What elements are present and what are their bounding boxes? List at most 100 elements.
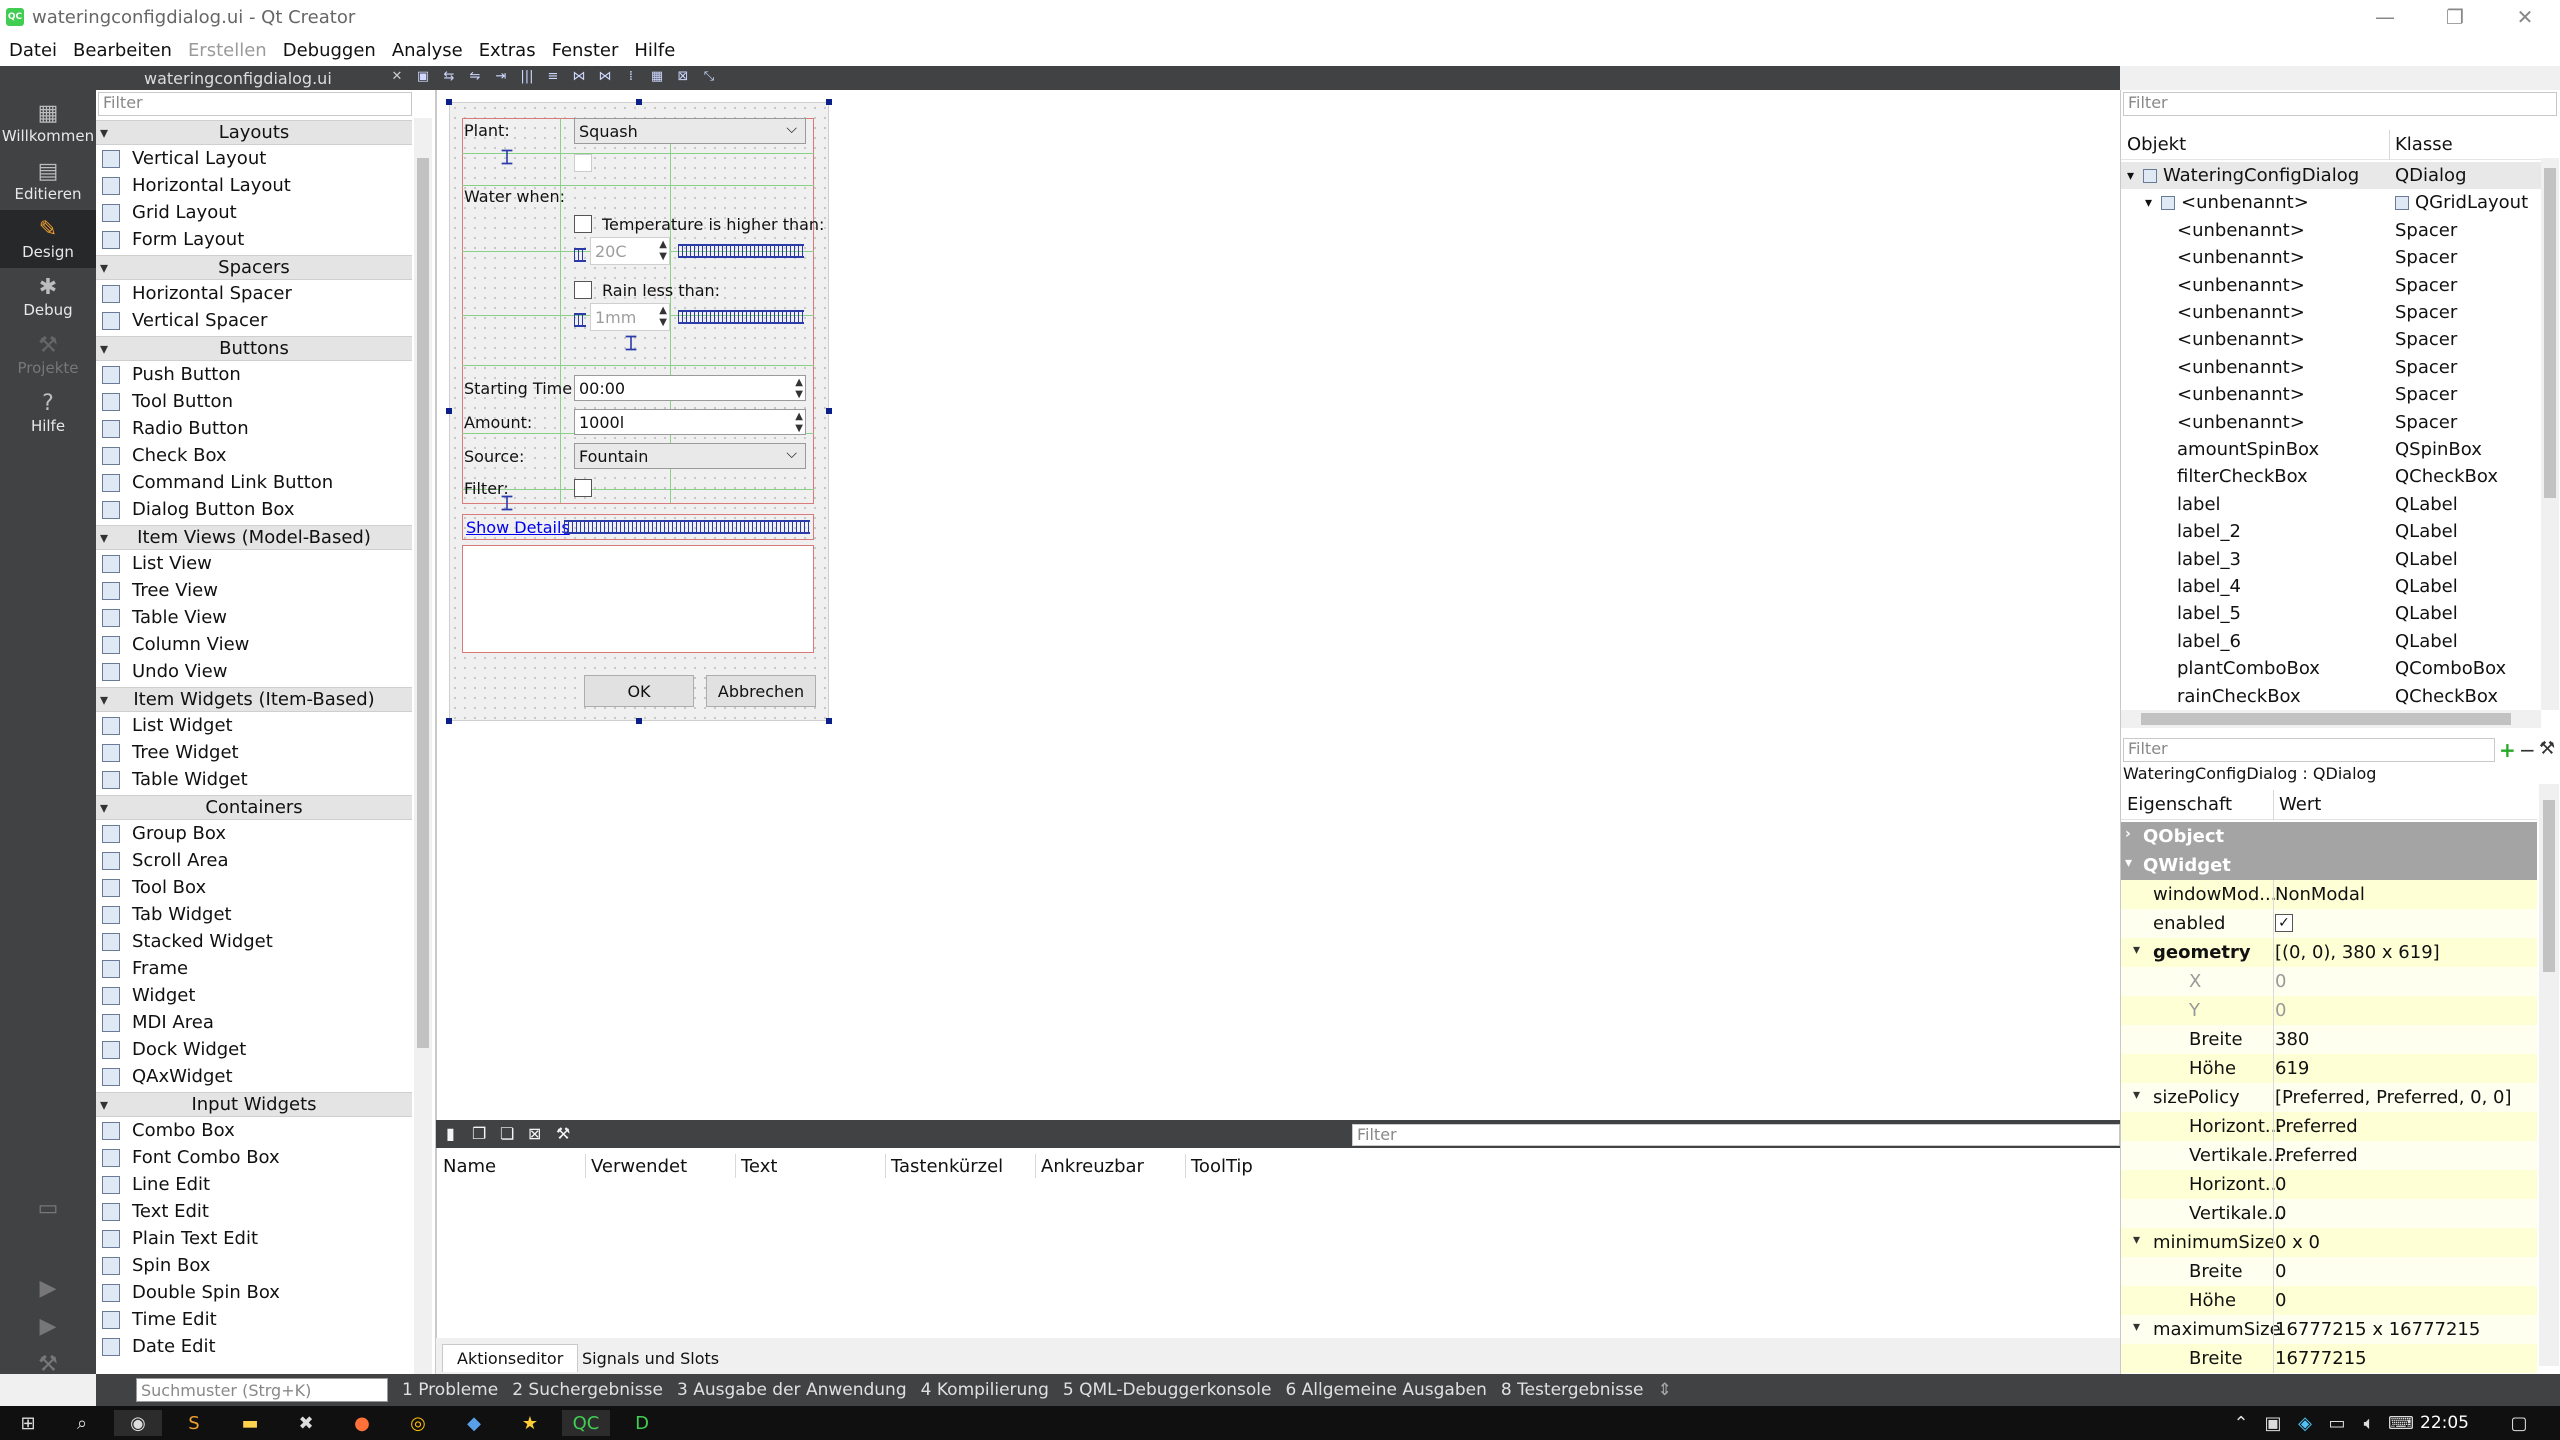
search-icon[interactable]: ⌕ (58, 1410, 106, 1436)
maximize-icon[interactable]: ❐ (2420, 0, 2490, 34)
mode-welcome[interactable]: ▦ Willkommen (0, 94, 96, 152)
temperature-spin-box[interactable]: 20C ▲ ▼ (590, 237, 670, 265)
object-tree-row[interactable]: label_3 QLabel (2121, 546, 2541, 573)
mode-help[interactable]: ? Hilfe (0, 384, 96, 442)
taskbar-clock[interactable]: 22:05 (2420, 1413, 2469, 1433)
widget-item[interactable]: Tree Widget (96, 739, 412, 766)
widget-item[interactable]: QAxWidget (96, 1063, 412, 1090)
property-row[interactable]: ▾ sizePolicy [Preferred, Preferred, 0, 0] (2121, 1083, 2537, 1112)
horizontal-spacer[interactable] (564, 520, 810, 534)
open-document-name[interactable]: wateringconfigdialog.ui (144, 69, 384, 88)
locator-search-input[interactable]: Suchmuster (Strg+K) (136, 1378, 388, 1402)
property-row[interactable]: › QObject (2121, 822, 2537, 851)
property-row[interactable]: Höhe 0 (2121, 1286, 2537, 1315)
object-tree-row[interactable]: amountSpinBox QSpinBox (2121, 436, 2541, 463)
widget-item[interactable]: Widget (96, 982, 412, 1009)
horizontal-spacer[interactable] (678, 244, 804, 258)
chrome-icon[interactable]: ◎ (394, 1410, 442, 1436)
widget-item[interactable]: Stacked Widget (96, 928, 412, 955)
windows-start-icon[interactable]: ⊞ (4, 1410, 52, 1436)
widget-item[interactable]: Tool Box (96, 874, 412, 901)
tray-chevron-icon[interactable]: ⌃ (2226, 1410, 2256, 1436)
horizontal-spacer[interactable] (574, 313, 586, 327)
menu-bearbeiten[interactable]: Bearbeiten (68, 40, 183, 61)
object-tree-row[interactable]: <unbenannt> Spacer (2121, 299, 2541, 326)
object-tree-row[interactable]: ▾ <unbenannt> QGridLayout (2121, 189, 2541, 216)
property-editor-scrollbar[interactable] (2539, 784, 2559, 1366)
scroll-thumb[interactable] (2544, 168, 2556, 498)
spin-arrows-icon[interactable]: ▲ ▼ (659, 305, 667, 329)
property-value[interactable]: 380 (2275, 1029, 2309, 1050)
expand-arrow-icon[interactable]: › (2125, 826, 2131, 842)
widget-category[interactable]: Item Widgets (Item-Based) (96, 687, 412, 712)
amount-spin-box[interactable]: 1000l ▲ ▼ (574, 409, 806, 435)
spin-arrows-icon[interactable]: ▲ ▼ (795, 377, 803, 401)
resize-handle[interactable] (826, 408, 832, 414)
widget-item[interactable]: Date Edit (96, 1333, 412, 1360)
widget-item[interactable]: Command Link Button (96, 469, 412, 496)
menu-datei[interactable]: Datei (4, 40, 68, 61)
widget-item[interactable]: Form Layout (96, 226, 412, 253)
property-value[interactable]: 0 (2275, 1261, 2286, 1282)
property-value[interactable]: 619 (2275, 1058, 2309, 1079)
property-row[interactable]: ▾ maximumSize 16777215 x 16777215 (2121, 1315, 2537, 1344)
property-row[interactable]: ▾ geometry [(0, 0), 380 x 619] (2121, 938, 2537, 967)
widget-item[interactable]: List View (96, 550, 412, 577)
mode-projects[interactable]: ⚒ Projekte (0, 326, 96, 384)
widget-item[interactable]: Push Button (96, 361, 412, 388)
object-tree-row[interactable]: <unbenannt> Spacer (2121, 272, 2541, 299)
scroll-thumb[interactable] (417, 158, 429, 1048)
steam-icon[interactable]: ◉ (114, 1410, 162, 1436)
new-action-icon[interactable]: ▮ (446, 1124, 455, 1143)
network-icon[interactable]: ▭ (2322, 1410, 2352, 1436)
property-row[interactable]: Breite 0 (2121, 1257, 2537, 1286)
column-property[interactable]: Eigenschaft (2127, 794, 2232, 815)
column-name[interactable]: Name (443, 1156, 496, 1177)
details-text-area[interactable] (462, 545, 814, 653)
build-hammer-icon[interactable]: ⚒ (30, 1346, 66, 1382)
volume-icon[interactable]: 🔈︎ (2354, 1410, 2384, 1436)
rain-checkbox[interactable] (574, 281, 592, 299)
property-value[interactable]: 16777215 x 16777215 (2275, 1319, 2480, 1340)
edit-buddies-icon[interactable]: ⇋ (464, 69, 486, 87)
object-inspector-vscrollbar[interactable] (2541, 158, 2559, 710)
widget-item[interactable]: Font Combo Box (96, 1144, 412, 1171)
object-tree-row[interactable]: <unbenannt> Spacer (2121, 381, 2541, 408)
property-row[interactable]: Horizont... 0 (2121, 1170, 2537, 1199)
break-layout-icon[interactable]: ⊠ (672, 69, 694, 87)
run-icon[interactable]: ▶ (30, 1270, 66, 1306)
rain-spin-box[interactable]: 1mm ▲ ▼ (590, 303, 670, 331)
file-explorer-icon[interactable]: ▬ (226, 1410, 274, 1436)
add-property-icon[interactable]: + (2499, 738, 2516, 762)
menu-debuggen[interactable]: Debuggen (278, 40, 387, 61)
notifications-icon[interactable]: ▢ (2504, 1410, 2534, 1436)
tools-icon[interactable]: ✖ (282, 1410, 330, 1436)
property-value[interactable]: 0 (2275, 1203, 2286, 1224)
widget-item[interactable]: Frame (96, 955, 412, 982)
property-row[interactable]: ▾ minimumSize 0 x 0 (2121, 1228, 2537, 1257)
property-value[interactable]: NonModal (2275, 884, 2365, 905)
object-tree-row[interactable]: <unbenannt> Spacer (2121, 326, 2541, 353)
tray-dropbox-icon[interactable]: ◈ (2290, 1410, 2320, 1436)
property-row[interactable]: ▾ QWidget (2121, 851, 2537, 880)
pane-problems[interactable]: 1 Probleme (402, 1380, 498, 1400)
widget-item[interactable]: Vertical Spacer (96, 307, 412, 334)
column-text[interactable]: Text (741, 1156, 777, 1177)
property-value[interactable]: [Preferred, Preferred, 0, 0] (2275, 1087, 2512, 1108)
object-tree-row[interactable]: label_6 QLabel (2121, 628, 2541, 655)
property-row[interactable]: enabled ✓ (2121, 909, 2537, 938)
sublime-text-icon[interactable]: S (170, 1410, 218, 1436)
resize-handle[interactable] (826, 718, 832, 724)
widget-category[interactable]: Spacers (96, 255, 412, 280)
widget-item[interactable]: Table View (96, 604, 412, 631)
configure-wrench-icon[interactable]: ⚒ (556, 1124, 570, 1143)
horizontal-spacer[interactable] (678, 310, 804, 324)
widget-item[interactable]: Table Widget (96, 766, 412, 793)
widget-box-scrollbar[interactable] (414, 118, 432, 1374)
widget-category[interactable]: Buttons (96, 336, 412, 361)
vertical-spacer[interactable]: ⌶ (624, 333, 638, 353)
widget-item[interactable]: Vertical Layout (96, 145, 412, 172)
object-tree-row[interactable]: <unbenannt> Spacer (2121, 217, 2541, 244)
expand-arrow-icon[interactable]: ▾ (2133, 942, 2140, 958)
expand-arrow-icon[interactable]: ▾ (2133, 1087, 2140, 1103)
